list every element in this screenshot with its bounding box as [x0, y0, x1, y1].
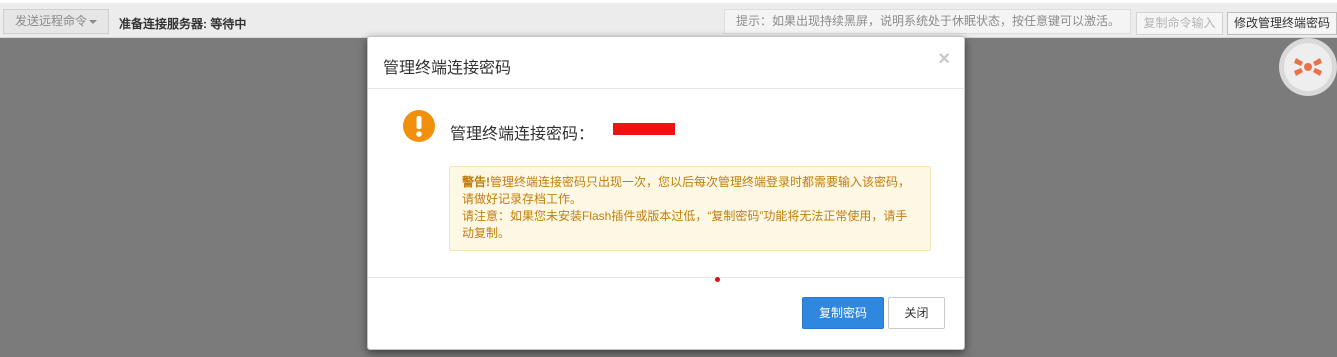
dialog-title: 管理终端连接密码	[383, 60, 512, 77]
red-dot-marker	[715, 277, 720, 282]
warning-icon	[403, 110, 435, 142]
dialog-header: 管理终端连接密码 ×	[368, 37, 964, 89]
corner-logo-icon	[1279, 38, 1337, 96]
caret-down-icon	[89, 19, 97, 24]
close-icon[interactable]: ×	[938, 49, 950, 69]
alert-warning-text: 管理终端连接密码只出现一次，您以后每次管理终端登录时都需要输入该密码，请做好记录…	[462, 175, 911, 206]
alert-note-text: 请注意：如果您未安装Flash插件或版本过低，“复制密码”功能将无法正常使用，请…	[462, 209, 908, 240]
copy-command-button[interactable]: 复制命令输入	[1136, 12, 1223, 35]
alert-warning-title: 警告!	[462, 175, 490, 189]
edit-terminal-password-button[interactable]: 修改管理终端密码	[1227, 12, 1337, 35]
copy-password-button[interactable]: 复制密码	[802, 297, 884, 329]
warning-alert: 警告!管理终端连接密码只出现一次，您以后每次管理终端登录时都需要输入该密码，请做…	[449, 166, 931, 251]
top-toolbar: 发送远程命令 准备连接服务器: 等待中 提示：如果出现持续黑屏，说明系统处于休眠…	[0, 0, 1337, 38]
password-label: 管理终端连接密码：	[450, 126, 595, 143]
send-remote-command-label: 发送远程命令	[14, 14, 87, 28]
alert-warning-line: 警告!管理终端连接密码只出现一次，您以后每次管理终端登录时都需要输入该密码，请做…	[462, 174, 918, 208]
password-value-redacted	[613, 123, 675, 135]
send-remote-command-button[interactable]: 发送远程命令	[3, 9, 109, 34]
connection-status: 准备连接服务器: 等待中	[119, 17, 247, 31]
close-button[interactable]: 关闭	[888, 297, 945, 329]
hint-text: 提示：如果出现持续黑屏，说明系统处于休眠状态，按任意键可以激活。	[724, 9, 1131, 34]
terminal-password-dialog: 管理终端连接密码 × 管理终端连接密码： 警告!管理终端连接密码只出现一次，您以…	[367, 36, 965, 350]
